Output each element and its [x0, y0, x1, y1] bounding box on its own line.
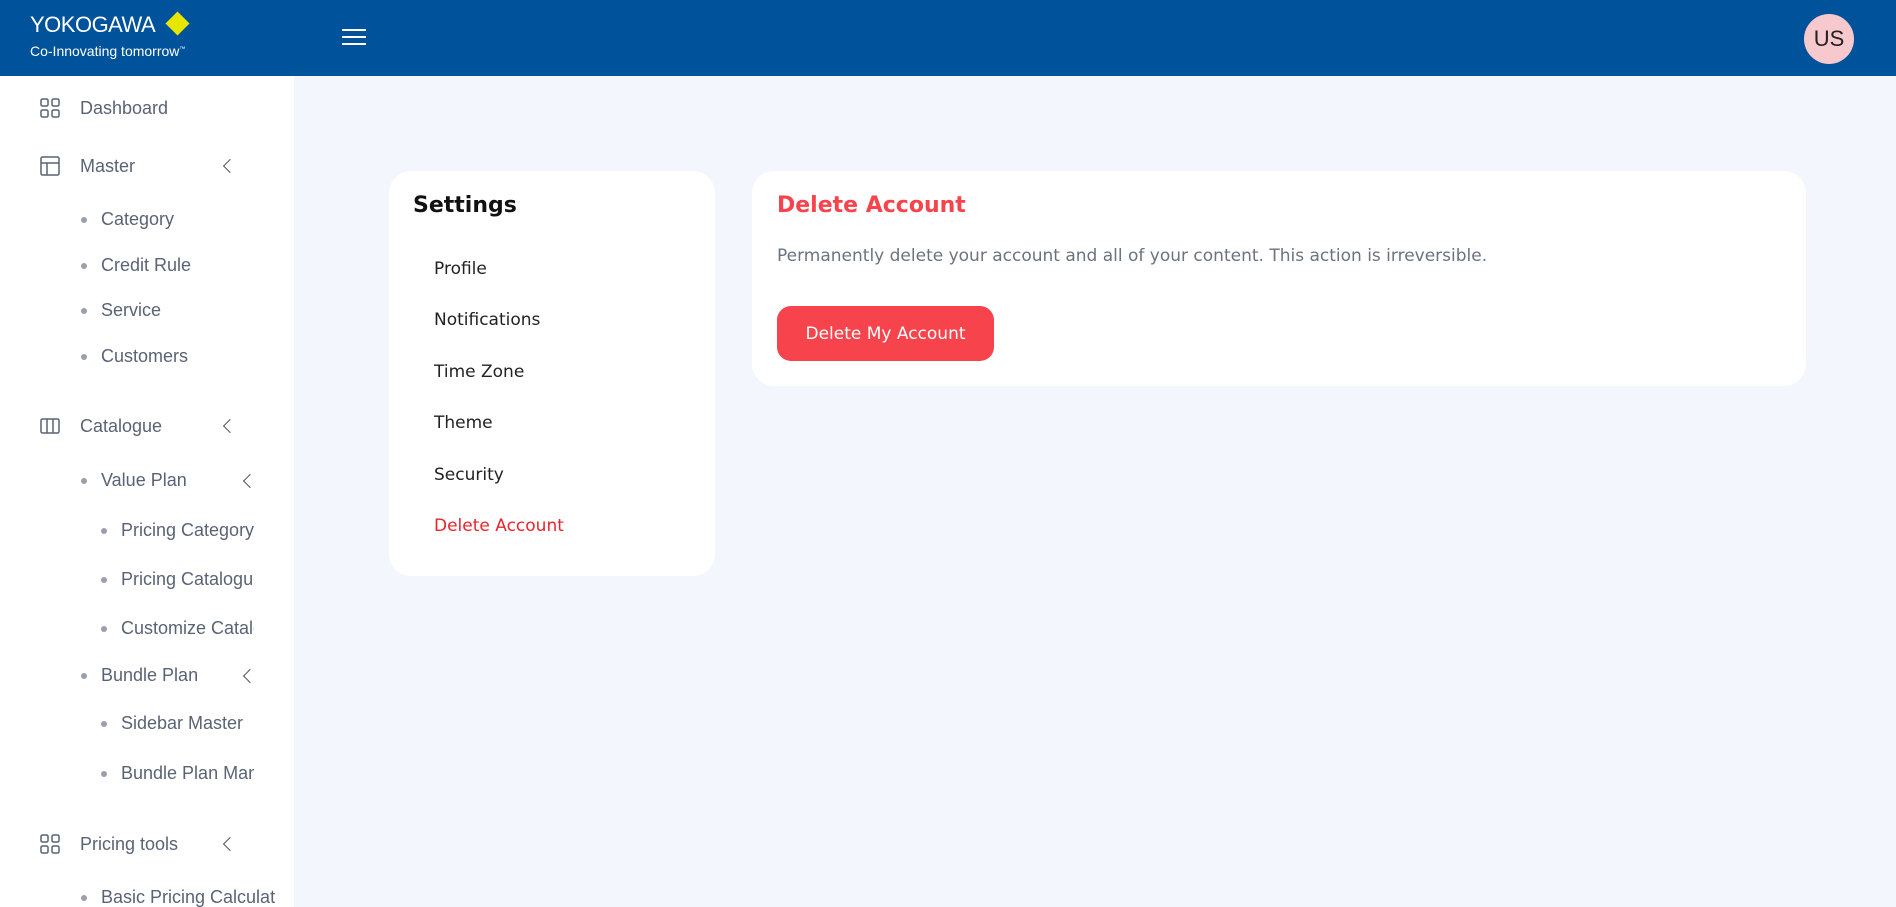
sidebar-item-dashboard[interactable]: Dashboard: [0, 96, 294, 120]
bullet-icon: [101, 771, 107, 777]
layout-icon: [40, 156, 60, 176]
yokogawa-logo[interactable]: YOKOGAWA Co-Innovating tomorrow™: [30, 10, 190, 59]
sidebar-subitem-pricing-category[interactable]: Pricing Category: [0, 520, 254, 542]
sidebar-subitem-category[interactable]: Category: [0, 209, 294, 231]
bullet-icon: [81, 263, 87, 269]
columns-icon: [40, 418, 60, 434]
sidebar-item-label: Master: [80, 155, 136, 176]
bullet-icon: [81, 217, 87, 223]
bullet-icon: [101, 577, 107, 583]
bullet-icon: [101, 721, 107, 727]
sidebar-subitem-label: Basic Pricing Calculator: [101, 887, 275, 907]
sidebar-item-master[interactable]: Master: [0, 154, 294, 178]
chevron-left-icon: [242, 668, 258, 684]
sidebar-item-label: Catalogue: [80, 415, 163, 436]
settings-menu-card: Settings Profile Notifications Time Zone…: [389, 171, 715, 576]
chevron-left-icon: [242, 473, 258, 489]
logo-brand-text: YOKOGAWA: [30, 12, 156, 37]
sidebar-subitem-label: Bundle Plan: [101, 665, 199, 685]
delete-account-title: Delete Account: [777, 193, 966, 218]
settings-link-notifications[interactable]: Notifications: [434, 310, 540, 330]
sidebar-subitem-label: Sidebar Master: [121, 713, 244, 733]
settings-link-time-zone[interactable]: Time Zone: [434, 362, 524, 382]
bullet-icon: [101, 626, 107, 632]
sidebar-subitem-value-plan[interactable]: Value Plan: [0, 470, 294, 492]
logo-trademark: ™: [179, 46, 186, 53]
bullet-icon: [81, 308, 87, 314]
sidebar-subitem-label: Customize Catalogue: [121, 618, 254, 638]
settings-link-profile[interactable]: Profile: [434, 259, 487, 279]
sidebar-subitem-customize-catalogue[interactable]: Customize Catalogue: [0, 618, 254, 640]
sidebar-subitem-sidebar-master[interactable]: Sidebar Master: [0, 713, 254, 735]
bullet-icon: [101, 528, 107, 534]
sidebar-item-pricing-tools[interactable]: Pricing tools: [0, 832, 294, 856]
sidebar: Dashboard Master Category Credit Rule Se…: [0, 76, 294, 907]
logo-diamond-icon: [165, 10, 190, 36]
sidebar-subitem-label: Bundle Plan Management: [121, 763, 254, 783]
hamburger-menu-icon[interactable]: [342, 29, 366, 47]
sidebar-subitem-label: Service: [101, 300, 162, 320]
sidebar-subitem-label: Credit Rule: [101, 255, 192, 275]
settings-link-delete-account[interactable]: Delete Account: [434, 516, 564, 536]
grid-icon: [40, 98, 60, 118]
sidebar-subitem-basic-pricing-calculator[interactable]: Basic Pricing Calculator: [0, 887, 275, 907]
delete-account-description: Permanently delete your account and all …: [777, 246, 1488, 266]
logo-tagline: Co-Innovating tomorrow: [30, 43, 180, 59]
delete-account-card: Delete Account Permanently delete your a…: [752, 171, 1806, 386]
sidebar-item-label: Pricing tools: [80, 833, 179, 854]
delete-my-account-button[interactable]: Delete My Account: [777, 306, 994, 361]
bullet-icon: [81, 478, 87, 484]
sidebar-item-label: Dashboard: [80, 97, 169, 118]
bullet-icon: [81, 673, 87, 679]
sidebar-subitem-service[interactable]: Service: [0, 300, 294, 322]
top-header: YOKOGAWA Co-Innovating tomorrow™ US: [0, 0, 1896, 76]
sidebar-subitem-customers[interactable]: Customers: [0, 346, 294, 368]
grid-icon: [40, 834, 60, 854]
sidebar-subitem-credit-rule[interactable]: Credit Rule: [0, 255, 294, 277]
chevron-left-icon: [222, 158, 238, 174]
bullet-icon: [81, 895, 87, 901]
sidebar-subitem-label: Value Plan: [101, 470, 187, 490]
sidebar-item-catalogue[interactable]: Catalogue: [0, 414, 294, 438]
user-avatar[interactable]: US: [1804, 14, 1854, 64]
settings-link-theme[interactable]: Theme: [434, 413, 493, 433]
sidebar-subitem-label: Customers: [101, 346, 189, 366]
sidebar-subitem-label: Category: [101, 209, 175, 229]
chevron-left-icon: [222, 418, 238, 434]
bullet-icon: [81, 354, 87, 360]
sidebar-subitem-pricing-catalogue[interactable]: Pricing Catalogue: [0, 569, 254, 591]
sidebar-subitem-label: Pricing Catalogue: [121, 569, 254, 589]
sidebar-subitem-label: Pricing Category: [121, 520, 254, 540]
chevron-left-icon: [222, 836, 238, 852]
settings-title: Settings: [413, 193, 517, 218]
sidebar-subitem-bundle-plan-management[interactable]: Bundle Plan Management: [0, 763, 254, 785]
settings-link-security[interactable]: Security: [434, 465, 504, 485]
sidebar-subitem-bundle-plan[interactable]: Bundle Plan: [0, 665, 294, 687]
